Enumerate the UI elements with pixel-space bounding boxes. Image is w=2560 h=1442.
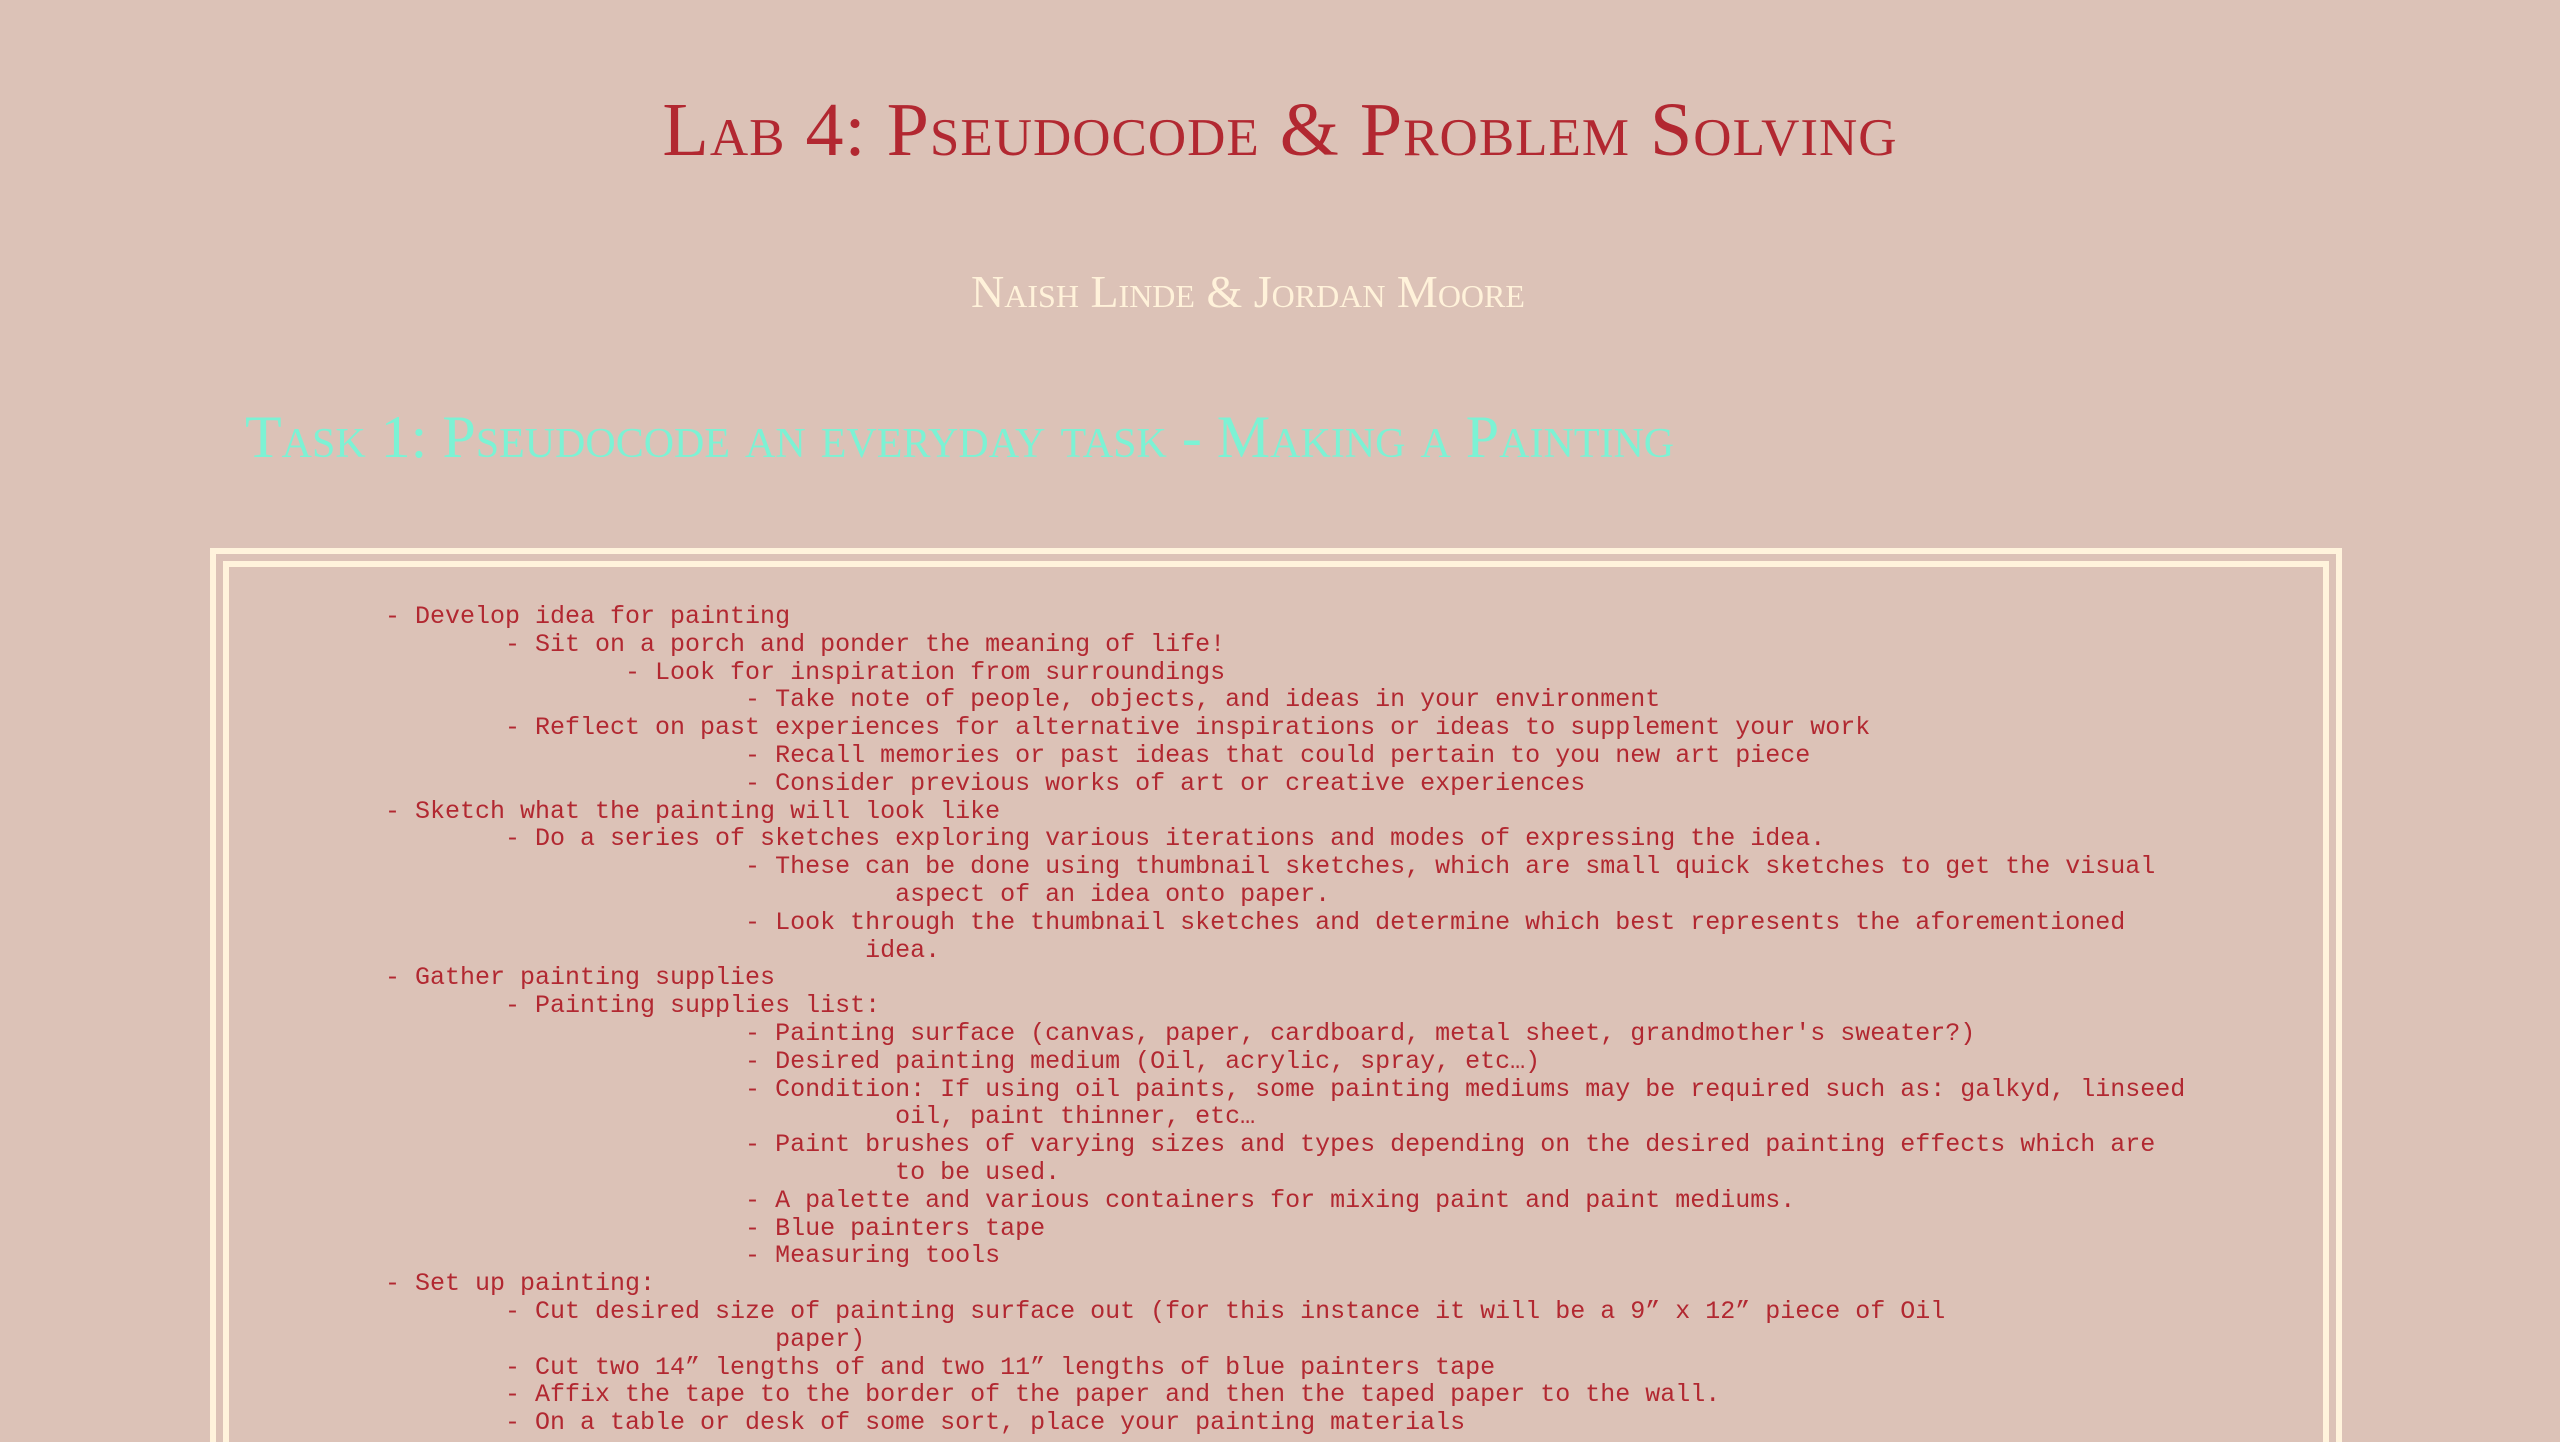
code-line: - Cut two 14” lengths of and two 11” len…	[385, 1352, 1496, 1382]
code-line: - Look through the thumbnail sketches an…	[385, 907, 2126, 937]
code-line: - Sit on a porch and ponder the meaning …	[385, 629, 1226, 659]
code-line: - Blue painters tape	[385, 1213, 1046, 1243]
code-line: - A palette and various containers for m…	[385, 1185, 1796, 1215]
code-line: - Condition: If using oil paints, some p…	[385, 1074, 2186, 1104]
code-line: - Painting supplies list:	[385, 991, 881, 1021]
code-line: - Recall memories or past ideas that cou…	[385, 740, 1811, 770]
code-line: - Paint brushes of varying sizes and typ…	[385, 1130, 2156, 1160]
code-line: - Do a series of sketches exploring vari…	[385, 824, 1826, 854]
code-line: aspect of an idea onto paper.	[385, 879, 1331, 909]
code-line: - Measuring tools	[385, 1241, 1001, 1271]
code-line: - Look for inspiration from surroundings	[385, 657, 1226, 687]
code-line: to be used.	[385, 1157, 1061, 1187]
code-line: paper)	[385, 1324, 866, 1354]
code-line: - On a table or desk of some sort, place…	[385, 1408, 1466, 1438]
code-line: - These can be done using thumbnail sket…	[385, 852, 2156, 882]
code-line: - Develop idea for painting	[385, 602, 791, 631]
code-line: - Painting surface (canvas, paper, cardb…	[385, 1018, 1976, 1048]
code-line: - Reflect on past experiences for altern…	[385, 713, 1871, 743]
code-line: - Set up painting:	[385, 1269, 656, 1299]
code-line: - Affix the tape to the border of the pa…	[385, 1380, 1721, 1410]
code-line: oil, paint thinner, etc…	[385, 1102, 1256, 1132]
task-heading: Task 1: Pseudocode an everyday task - Ma…	[245, 404, 1675, 470]
authors-subtitle: Naish Linde & Jordan Moore	[971, 266, 1525, 317]
page-title: Lab 4: Pseudocode & Problem Solving	[662, 88, 1898, 172]
code-line: - Consider previous works of art or crea…	[385, 768, 1586, 798]
code-line: idea.	[385, 935, 941, 965]
code-line: - Sketch what the painting will look lik…	[385, 796, 1001, 826]
code-line: - Gather painting supplies	[385, 963, 776, 993]
pseudocode-block: - Develop idea for painting - Sit on a p…	[385, 603, 2185, 1437]
code-line: - Take note of people, objects, and idea…	[385, 685, 1661, 715]
code-line: - Desired painting medium (Oil, acrylic,…	[385, 1046, 1541, 1076]
code-line: - Cut desired size of painting surface o…	[385, 1296, 1946, 1326]
